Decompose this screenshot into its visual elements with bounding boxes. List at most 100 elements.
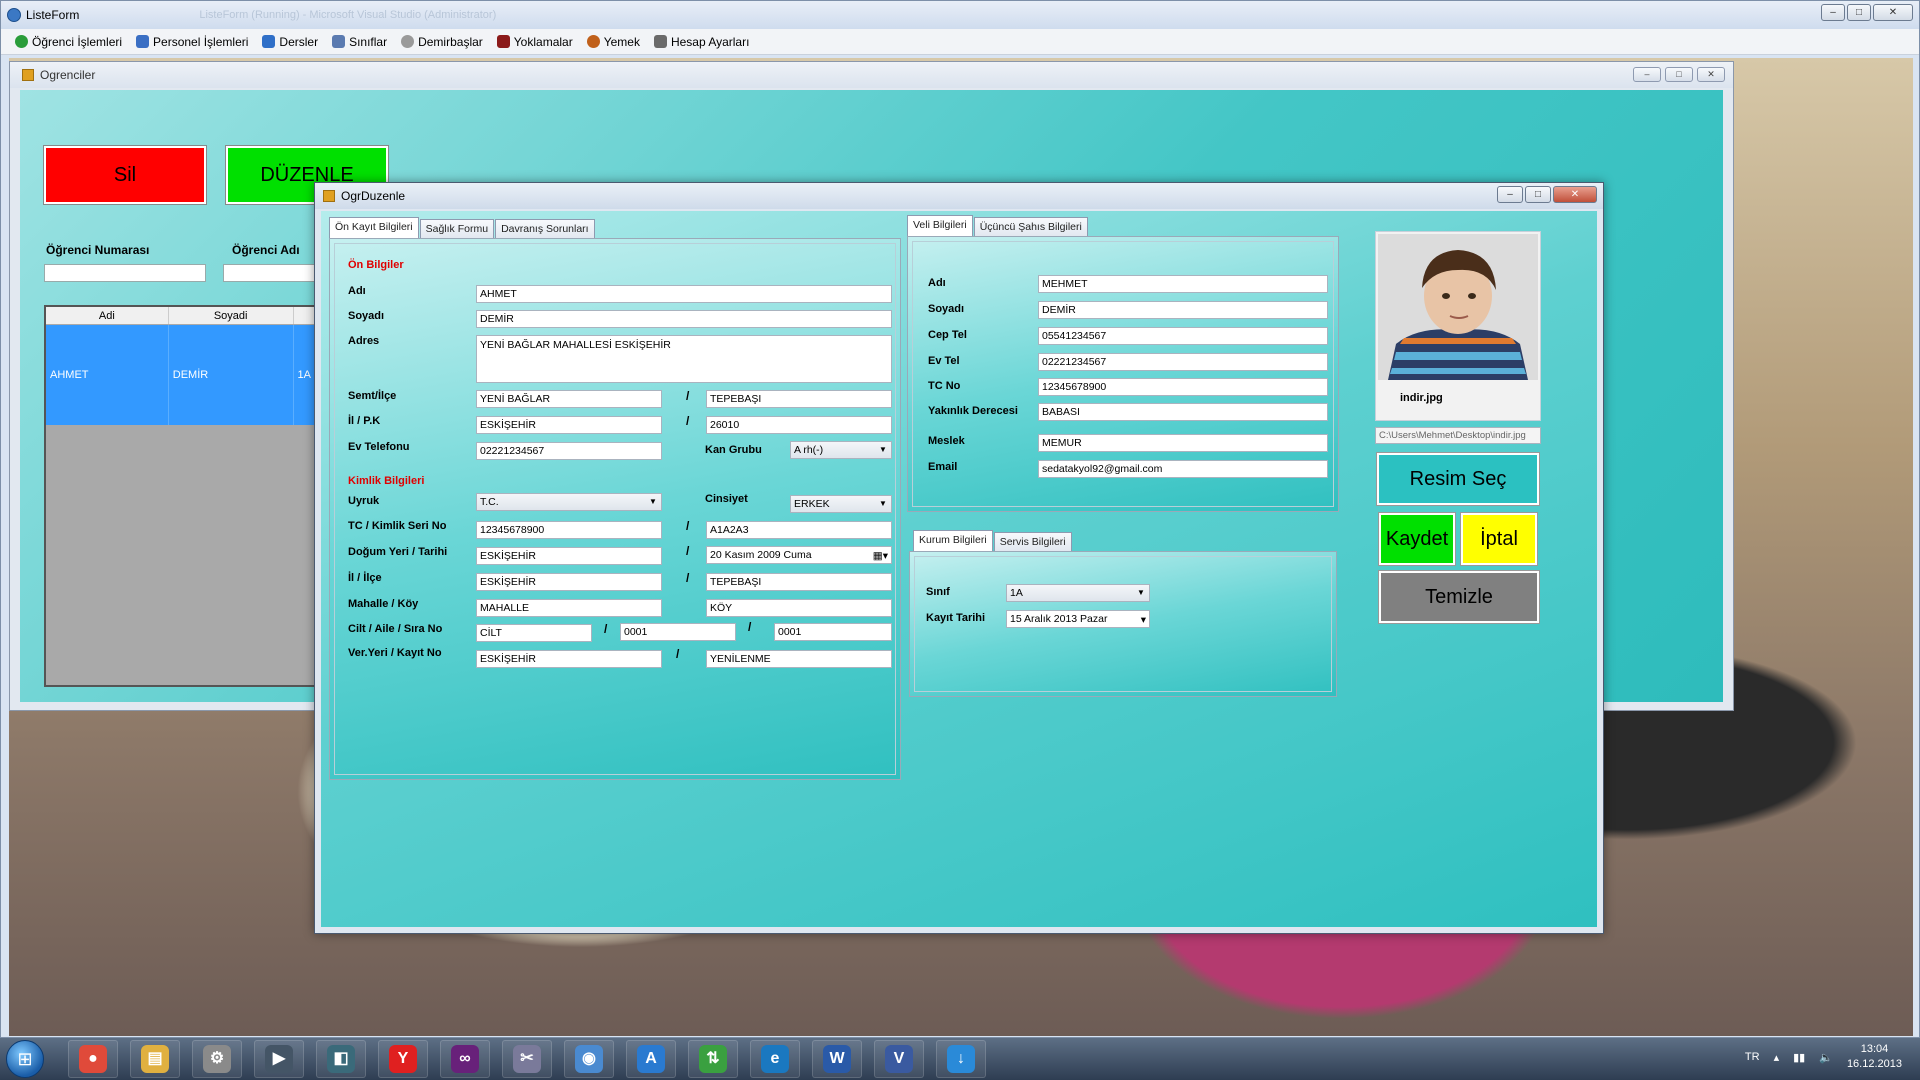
menu-siniflar[interactable]: Sınıflar <box>332 35 387 49</box>
ogrenciler-maximize-button[interactable]: □ <box>1665 67 1693 82</box>
resim-sec-button[interactable]: Resim Seç <box>1376 452 1540 506</box>
dogum-label: Doğum Yeri / Tarihi <box>348 546 448 558</box>
taskbar-tools-icon[interactable]: ⚙ <box>192 1040 242 1078</box>
maximize-button[interactable]: □ <box>1847 4 1871 21</box>
meslek-field[interactable]: MEMUR <box>1038 434 1328 452</box>
taskbar-apps: ● ▤ ⚙ ▶ ◧ Y ∞ ✂ ◉ A ⇅ e W V ↓ <box>68 1040 986 1078</box>
uyruk-select[interactable]: T.C. ▼ <box>476 493 662 511</box>
aile-field[interactable]: 0001 <box>620 623 736 641</box>
tab-kurum-bilgileri[interactable]: Kurum Bilgileri <box>913 530 993 551</box>
menu-demirbaslar[interactable]: Demirbaşlar <box>401 35 483 49</box>
iptal-button[interactable]: İptal <box>1460 512 1538 566</box>
taskbar-media-icon[interactable]: ▶ <box>254 1040 304 1078</box>
ogrenciler-minimize-button[interactable]: – <box>1633 67 1661 82</box>
ogrenci-no-input[interactable] <box>44 264 206 282</box>
taskbar-download-icon[interactable]: ↓ <box>936 1040 986 1078</box>
dialog-maximize-button[interactable]: □ <box>1525 186 1551 203</box>
email-label: Email <box>928 461 958 473</box>
veli-ev-field[interactable]: 02221234567 <box>1038 353 1328 371</box>
photo-path-field[interactable]: C:\Users\Mehmet\Desktop\indir.jpg <box>1375 427 1541 444</box>
tab-ucuncu-sahis[interactable]: Üçüncü Şahıs Bilgileri <box>973 217 1088 236</box>
kaydet-button[interactable]: Kaydet <box>1378 512 1456 566</box>
kimlik-ilce-field[interactable]: TEPEBAŞI <box>706 573 892 591</box>
main-title-bar[interactable]: ListeForm ListeForm (Running) - Microsof… <box>1 1 1919 29</box>
cinsiyet-select[interactable]: ERKEK ▼ <box>790 495 892 513</box>
menu-hesap-ayarlari[interactable]: Hesap Ayarları <box>653 35 749 49</box>
taskbar-visio-icon[interactable]: V <box>874 1040 924 1078</box>
start-button[interactable]: ⊞ <box>6 1040 44 1078</box>
ver-yeri-field[interactable]: ESKİŞEHİR <box>476 650 662 668</box>
ogrenciler-close-button[interactable]: ✕ <box>1697 67 1725 82</box>
yakinlik-field[interactable]: BABASI <box>1038 403 1328 421</box>
veli-tc-field[interactable]: 12345678900 <box>1038 378 1328 396</box>
minimize-button[interactable]: – <box>1821 4 1845 21</box>
tab-servis-bilgileri[interactable]: Servis Bilgileri <box>993 532 1072 551</box>
adres-label: Adres <box>348 335 380 347</box>
sinif-select[interactable]: 1A ▼ <box>1006 584 1150 602</box>
tab-saglik-formu[interactable]: Sağlık Formu <box>419 219 495 238</box>
menu-personel-islemleri[interactable]: Personel İşlemleri <box>136 35 248 49</box>
show-hidden-icons-icon[interactable]: ▴ <box>1774 1051 1780 1064</box>
taskbar-visual-studio-icon[interactable]: ∞ <box>440 1040 490 1078</box>
on-kayit-panel: Ön Bilgiler Adı AHMET Soyadı DEMİR Adres… <box>329 238 901 780</box>
email-field[interactable]: sedatakyol92@gmail.com <box>1038 460 1328 478</box>
kayit-no-field[interactable]: YENİLENME <box>706 650 892 668</box>
taskbar-transfer-icon[interactable]: ⇅ <box>688 1040 738 1078</box>
veli-adi-field[interactable]: MEHMET <box>1038 275 1328 293</box>
taskbar-word-icon[interactable]: W <box>812 1040 862 1078</box>
veli-cep-field[interactable]: 05541234567 <box>1038 327 1328 345</box>
dialog-minimize-button[interactable]: – <box>1497 186 1523 203</box>
taskbar-edge-icon[interactable]: e <box>750 1040 800 1078</box>
taskbar-yandex-icon[interactable]: Y <box>378 1040 428 1078</box>
grid-col-adi[interactable]: Adi <box>46 307 169 324</box>
il-field[interactable]: ESKİŞEHİR <box>476 416 662 434</box>
language-indicator[interactable]: TR <box>1745 1051 1760 1063</box>
koy-field[interactable]: KÖY <box>706 599 892 617</box>
ilce-field[interactable]: TEPEBAŞI <box>706 390 892 408</box>
tab-on-kayit[interactable]: Ön Kayıt Bilgileri <box>329 217 419 238</box>
menu-yoklamalar[interactable]: Yoklamalar <box>496 35 573 49</box>
dialog-body: Ön Kayıt Bilgileri Sağlık Formu Davranış… <box>321 211 1597 927</box>
clock[interactable]: 13:04 16.12.2013 <box>1847 1042 1902 1072</box>
tc-field[interactable]: 12345678900 <box>476 521 662 539</box>
adres-field[interactable]: YENİ BAĞLAR MAHALLESİ ESKİŞEHİR <box>476 335 892 383</box>
sil-button[interactable]: Sil <box>43 145 207 205</box>
mahalle-field[interactable]: MAHALLE <box>476 599 662 617</box>
seri-field[interactable]: A1A2A3 <box>706 521 892 539</box>
menu-dersler[interactable]: Dersler <box>262 35 318 49</box>
veli-soyadi-field[interactable]: DEMİR <box>1038 301 1328 319</box>
sira-field[interactable]: 0001 <box>774 623 892 641</box>
grid-col-soyadi[interactable]: Soyadi <box>169 307 294 324</box>
temizle-button[interactable]: Temizle <box>1378 570 1540 624</box>
dogum-yeri-field[interactable]: ESKİŞEHİR <box>476 547 662 565</box>
tab-veli-bilgileri[interactable]: Veli Bilgileri <box>907 215 973 236</box>
close-button[interactable]: ✕ <box>1873 4 1913 21</box>
volume-icon[interactable]: 🔈 <box>1819 1051 1833 1064</box>
tab-davranis-sorunlari[interactable]: Davranış Sorunları <box>495 219 595 238</box>
taskbar-explorer-icon[interactable]: ▤ <box>130 1040 180 1078</box>
slash: / <box>686 544 690 558</box>
kayit-tarihi-picker[interactable]: 15 Aralık 2013 Pazar ▾ <box>1006 610 1150 628</box>
adi-field[interactable]: AHMET <box>476 285 892 303</box>
taskbar-control-icon[interactable]: ◧ <box>316 1040 366 1078</box>
network-icon[interactable]: ▮▮ <box>1793 1051 1805 1064</box>
cilt-field[interactable]: CİLT <box>476 624 592 642</box>
menu-yemek[interactable]: Yemek <box>586 35 640 49</box>
menu-ogrenci-islemleri[interactable]: Öğrenci İşlemleri <box>15 35 122 49</box>
dialog-title-bar[interactable]: OgrDuzenle – □ ✕ <box>315 183 1603 209</box>
dogum-tarihi-picker[interactable]: 20 Kasım 2009 Cuma ▦▾ <box>706 546 892 564</box>
soyadi-field[interactable]: DEMİR <box>476 310 892 328</box>
pk-field[interactable]: 26010 <box>706 416 892 434</box>
taskbar-chrome-icon[interactable]: ● <box>68 1040 118 1078</box>
taskbar-sphere-icon[interactable]: ◉ <box>564 1040 614 1078</box>
visual-studio-icon: ∞ <box>451 1045 479 1073</box>
kan-grubu-select[interactable]: A rh(-) ▼ <box>790 441 892 459</box>
semt-field[interactable]: YENİ BAĞLAR <box>476 390 662 408</box>
taskbar-app-store-icon[interactable]: A <box>626 1040 676 1078</box>
taskbar-utility-icon[interactable]: ✂ <box>502 1040 552 1078</box>
dialog-close-button[interactable]: ✕ <box>1553 186 1597 203</box>
ogrenciler-title-bar[interactable]: Ogrenciler – □ ✕ <box>10 62 1733 88</box>
ev-tel-field[interactable]: 02221234567 <box>476 442 662 460</box>
il-pk-label: İl / P.K <box>348 415 381 427</box>
kimlik-il-field[interactable]: ESKİŞEHİR <box>476 573 662 591</box>
